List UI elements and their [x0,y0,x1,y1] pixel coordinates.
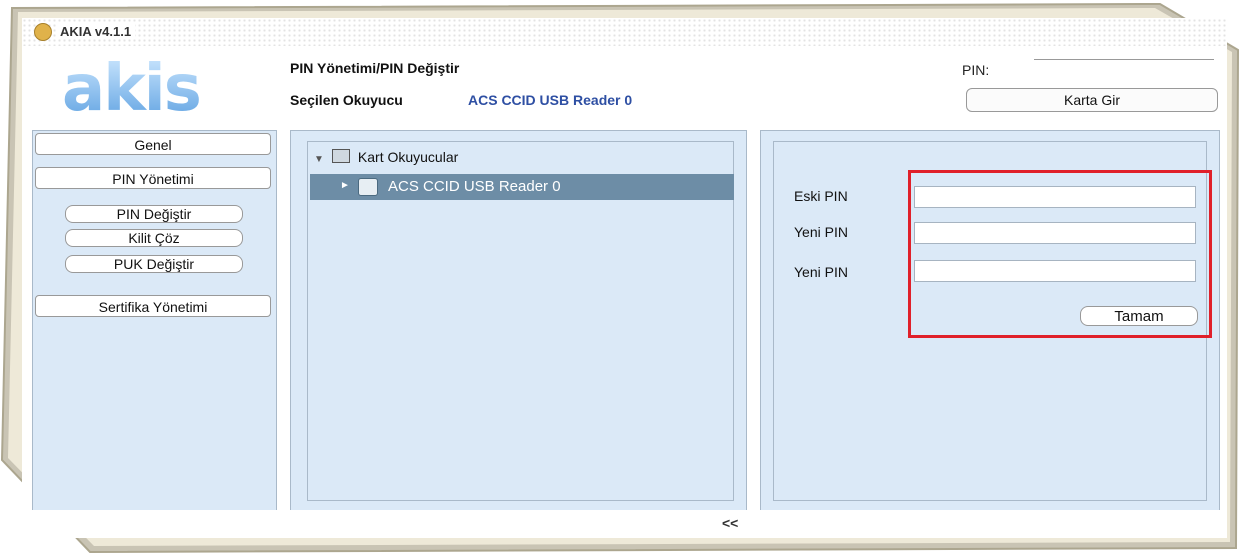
puk-degistir-button[interactable]: PUK Değiştir [65,255,243,273]
page-title: PIN Yönetimi/PIN Değiştir [290,60,460,76]
confirm-pin-label: Yeni PIN [794,264,848,280]
selected-reader-label: Seçilen Okuyucu [290,92,403,108]
reader-tree-panel: ▼ Kart Okuyucular ► ACS CCID USB Reader 0 [290,130,747,512]
new-pin-label: Yeni PIN [794,224,848,240]
title-bar: AKIA v4.1.1 [22,18,1227,46]
reader-tree: ▼ Kart Okuyucular ► ACS CCID USB Reader 0 [307,141,734,501]
pin-change-panel: Eski PIN Yeni PIN Yeni PIN Tamam [760,130,1220,512]
tree-item-selected[interactable]: ► ACS CCID USB Reader 0 [310,174,734,200]
bottom-bar: << [22,510,1227,536]
tree-root-label: Kart Okuyucular [357,149,459,165]
pin-degistir-button[interactable]: PIN Değiştir [65,205,243,223]
reader-device-icon [358,178,378,196]
category-genel[interactable]: Genel [35,133,271,155]
category-pin-yonetimi[interactable]: PIN Yönetimi [35,167,271,189]
sidebar: Genel PIN Yönetimi PIN Değiştir Kilit Çö… [32,130,277,512]
old-pin-label: Eski PIN [794,188,848,204]
karta-gir-button[interactable]: Karta Gir [966,88,1218,112]
pin-input-line[interactable] [1034,59,1214,60]
pin-form: Eski PIN Yeni PIN Yeni PIN Tamam [773,141,1212,501]
kilit-coz-button[interactable]: Kilit Çöz [65,229,243,247]
akis-logo: akis [62,58,202,126]
tree-item-label: ACS CCID USB Reader 0 [388,178,561,195]
window-title: AKIA v4.1.1 [56,24,136,39]
expand-down-icon[interactable]: ▼ [314,154,324,165]
app-icon [34,23,52,41]
highlight-box [908,170,1212,338]
card-reader-icon [331,149,350,163]
category-sertifika-yonetimi[interactable]: Sertifika Yönetimi [35,295,271,317]
tree-root[interactable]: ▼ Kart Okuyucular [314,149,458,165]
collapse-button[interactable]: << [722,515,738,531]
selected-reader-value: ACS CCID USB Reader 0 [468,92,633,108]
main-window: AKIA v4.1.1 akis PIN Yönetimi/PIN Değişt… [22,18,1227,538]
svg-text:akis: akis [62,58,200,126]
expand-right-icon[interactable]: ► [340,180,350,191]
pin-label: PIN: [962,62,990,78]
